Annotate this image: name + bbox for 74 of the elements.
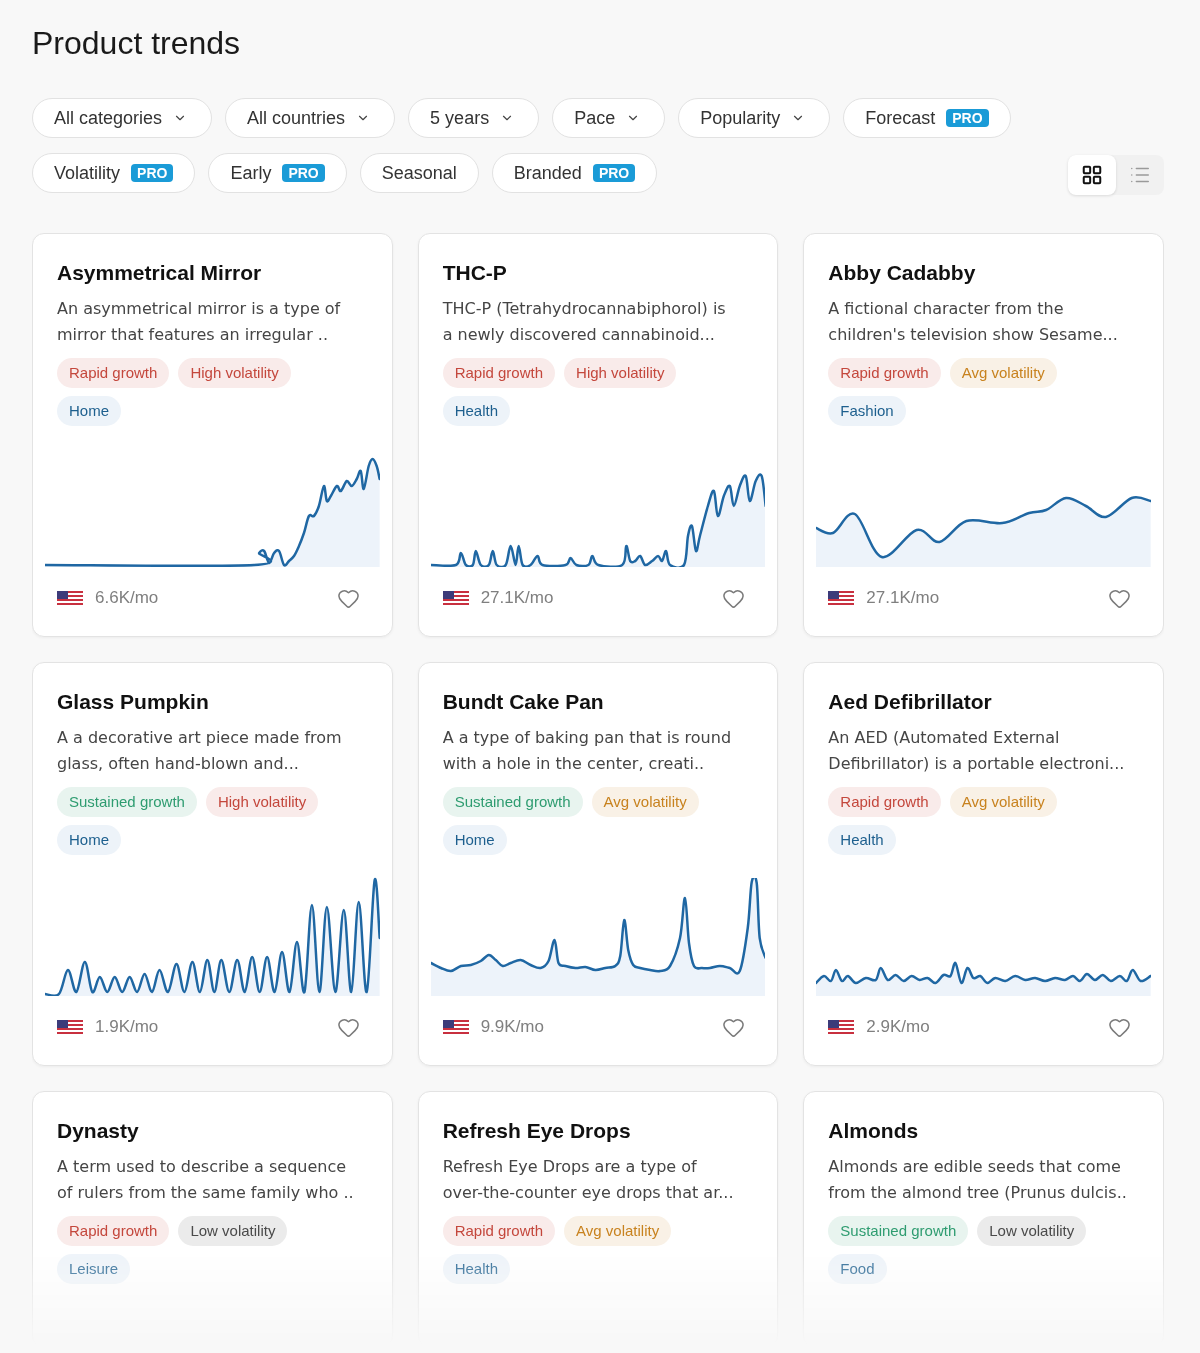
trend-tag: Low volatility [977, 1216, 1087, 1246]
filter-dropdown[interactable]: 5 years [408, 98, 540, 138]
trend-tag: High volatility [564, 358, 677, 388]
filter-toggle[interactable]: Forecast PRO [843, 98, 1011, 138]
product-description: An AED (Automated External Defibrillator) is a portable electroni... [828, 727, 1126, 775]
product-description: A a type of baking pan that is round with a hole in the center, creati.. [442, 727, 733, 775]
product-description: A fictional character from the children's television show Sesame... [828, 298, 1119, 346]
trend-tag: Avg volatility [949, 358, 1057, 388]
flag-icon [828, 1020, 855, 1034]
pro-badge: PRO [131, 164, 174, 182]
filter-toggle[interactable]: Branded PRO [491, 153, 658, 193]
filter-dropdown[interactable]: All categories [32, 98, 213, 138]
category-tag: Health [442, 1254, 510, 1284]
filter-toggle[interactable]: Seasonal [359, 153, 479, 193]
product-description: A a decorative art piece made from glass, often hand-blown and... [57, 727, 343, 775]
filter-dropdown[interactable]: All countries [225, 98, 396, 138]
search-volume: 1.9K/mo [95, 1016, 159, 1039]
trend-tag: Rapid growth [57, 1216, 170, 1246]
product-description: An asymmetrical mirror is a type of mirror that features an irregular .. [57, 298, 342, 346]
flag-icon [828, 591, 855, 605]
trend-tag: Avg volatility [949, 787, 1057, 817]
grid-icon [1081, 164, 1103, 186]
product-description: Almonds are edible seeds that come from the almond tree (Prunus dulcis.. [828, 1156, 1128, 1204]
trend-tag: Rapid growth [442, 358, 556, 388]
category-tag: Leisure [57, 1254, 131, 1284]
grid-view-button[interactable] [1068, 155, 1116, 195]
product-description: A term used to describe a sequence of rulers from the same family who .. [57, 1156, 355, 1204]
product-title: Asymmetrical Mirror [57, 260, 263, 286]
product-description: Refresh Eye Drops are a type of over-the-counter eye drops that ar... [442, 1156, 735, 1204]
flag-icon [442, 591, 469, 605]
pro-badge: PRO [946, 109, 989, 127]
filter-toggle[interactable]: Early PRO [208, 153, 347, 193]
trend-tag: Sustained growth [57, 787, 197, 817]
search-volume: 27.1K/mo [480, 587, 554, 610]
product-title: Almonds [828, 1118, 920, 1144]
product-title: Aed Defibrillator [828, 689, 993, 715]
product-title: Glass Pumpkin [57, 689, 210, 715]
pro-badge: PRO [592, 164, 636, 182]
category-tag: Home [57, 396, 121, 426]
trend-tag: Rapid growth [828, 358, 941, 388]
search-volume: 2.9K/mo [866, 1016, 930, 1039]
category-tag: Health [442, 396, 510, 426]
filter-dropdown[interactable]: Pace [552, 98, 666, 138]
flag-icon [442, 1020, 469, 1034]
product-title: Dynasty [57, 1118, 140, 1144]
product-title: THC-P [442, 260, 508, 286]
filter-dropdown[interactable]: Popularity [678, 98, 831, 138]
trend-tag: Rapid growth [828, 787, 941, 817]
trend-tag: Sustained growth [442, 787, 583, 817]
category-tag: Food [828, 1254, 887, 1284]
product-title: Bundt Cake Pan [442, 689, 605, 715]
category-tag: Home [442, 825, 507, 855]
filter-toggle[interactable]: Volatility PRO [32, 153, 196, 193]
search-volume: 27.1K/mo [866, 587, 940, 610]
trend-tag: High volatility [178, 358, 291, 388]
pro-badge: PRO [282, 164, 325, 182]
search-volume: 9.9K/mo [480, 1016, 544, 1039]
flag-icon [57, 591, 83, 605]
trend-tag: Avg volatility [591, 787, 699, 817]
trend-tag: Avg volatility [564, 1216, 672, 1246]
trend-tag: Rapid growth [57, 358, 170, 388]
trend-tag: Rapid growth [442, 1216, 556, 1246]
category-tag: Health [828, 825, 896, 855]
trend-tag: Low volatility [178, 1216, 288, 1246]
page-title: Product trends [32, 24, 242, 62]
product-description: THC-P (Tetrahydrocannabiphorol) is a newly discovered cannabinoid... [442, 298, 727, 346]
flag-icon [57, 1020, 83, 1034]
trend-tag: Sustained growth [828, 1216, 969, 1246]
search-volume: 6.6K/mo [95, 587, 159, 610]
trend-tag: High volatility [205, 787, 319, 817]
category-tag: Fashion [828, 396, 906, 426]
category-tag: Home [57, 825, 121, 855]
product-title: Refresh Eye Drops [442, 1118, 632, 1144]
product-title: Abby Cadabby [828, 260, 977, 286]
